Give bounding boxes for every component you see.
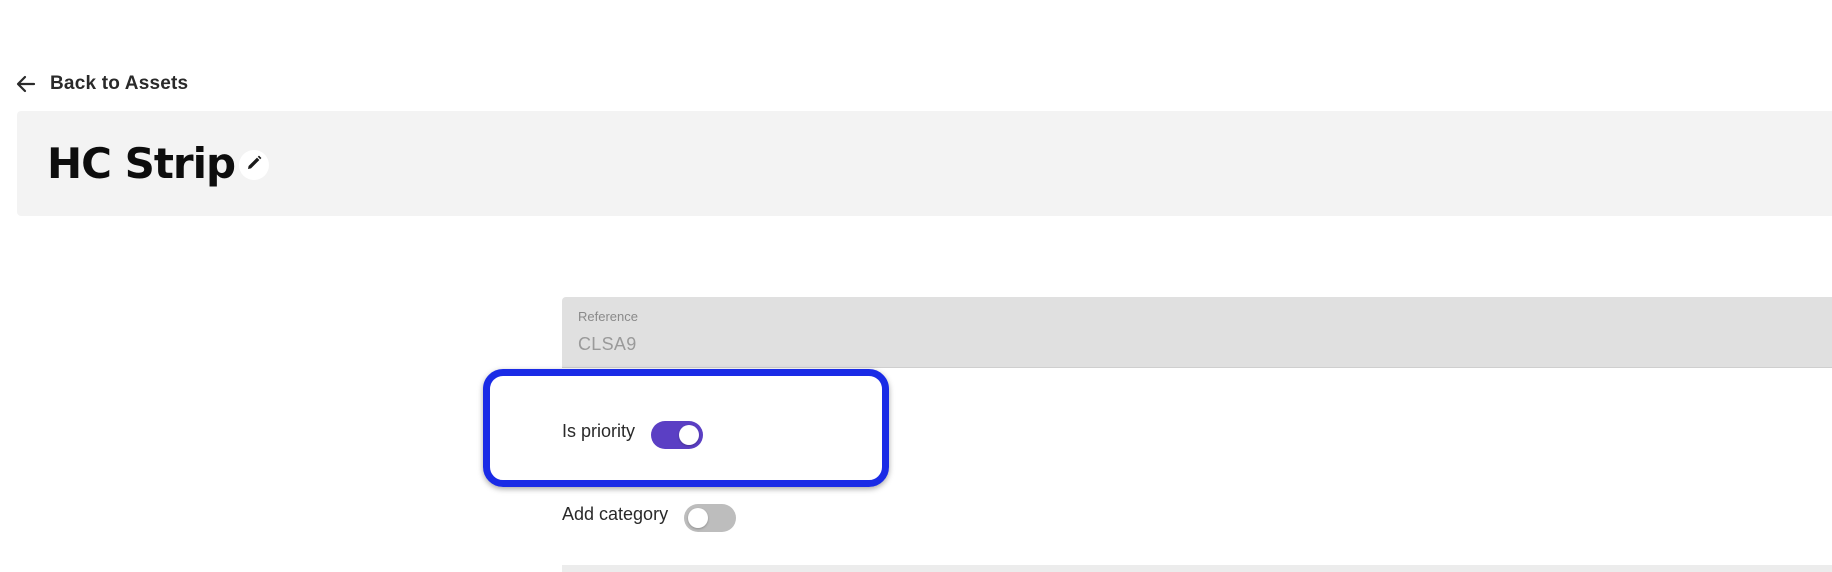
toggle-knob — [688, 508, 709, 528]
edit-title-button[interactable] — [239, 150, 269, 180]
is-priority-toggle[interactable] — [651, 421, 704, 449]
is-priority-row: Is priority — [562, 413, 704, 449]
toggle-knob — [679, 425, 700, 445]
reference-field[interactable]: Reference CLSA9 — [562, 297, 1832, 368]
back-link-label: Back to Assets — [50, 73, 189, 94]
page-title: HC Strip — [47, 139, 236, 188]
arrow-left-icon — [16, 74, 36, 94]
add-category-row: Add category — [562, 496, 737, 532]
reference-value: CLSA9 — [578, 334, 637, 354]
add-category-label: Add category — [562, 503, 669, 524]
back-to-assets-link[interactable]: Back to Assets — [16, 70, 188, 98]
reference-label: Reference — [578, 309, 638, 324]
is-priority-label: Is priority — [562, 420, 636, 441]
asset-header — [17, 111, 1832, 216]
add-category-toggle[interactable] — [684, 504, 737, 532]
next-field-edge — [562, 565, 1832, 572]
pencil-icon — [246, 155, 262, 176]
